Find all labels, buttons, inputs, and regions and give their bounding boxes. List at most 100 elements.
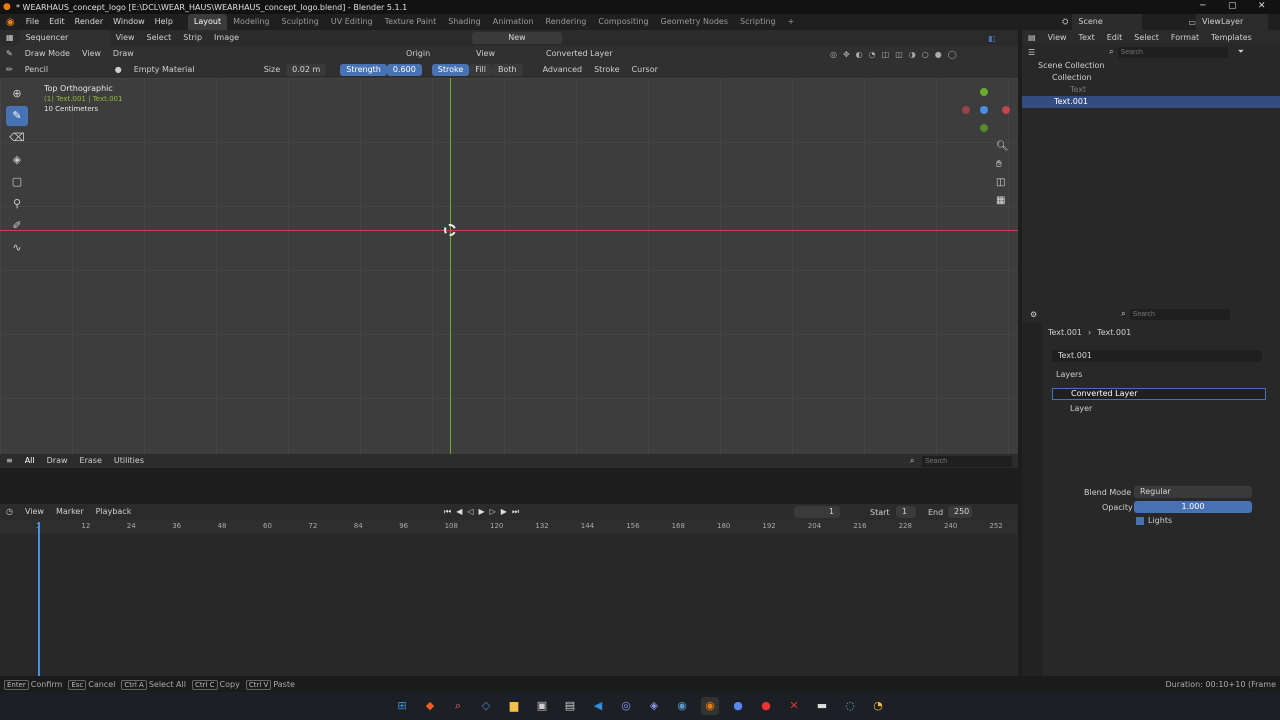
erase-tool-icon[interactable]: ⌫ [6, 128, 28, 148]
fill-toggle[interactable]: Fill [469, 64, 492, 76]
app6-icon[interactable]: ● [757, 697, 775, 715]
app9-icon[interactable]: ◌ [841, 697, 859, 715]
start-field[interactable]: 1 [896, 506, 916, 518]
timeline-editor[interactable]: ◷ View Marker Playback ⏮◀◁▶▷▶⏭ 1 Start 1… [0, 504, 1018, 676]
menu-viewport-view[interactable]: View [76, 46, 107, 62]
zoom-icon[interactable]: 🔍︎ [996, 138, 1009, 156]
fill-tool-icon[interactable]: ◈ [6, 150, 28, 170]
text-object-row[interactable]: Text [1022, 84, 1280, 96]
view-selector[interactable]: View [470, 46, 501, 62]
viewport-nav-buttons[interactable]: 🔍︎ ✋︎ ◫ ▦ [996, 138, 1009, 210]
collection-row[interactable]: Collection [1022, 72, 1280, 84]
lights-checkbox[interactable]: Lights [1136, 516, 1172, 525]
menu-help[interactable]: Help [150, 14, 178, 30]
tab-scripting[interactable]: Scripting [734, 14, 782, 30]
editor-type-icon[interactable]: ▦ [0, 30, 20, 46]
blender-menu-icon[interactable]: ◉ [0, 17, 21, 28]
minimize-icon[interactable]: ─ [1200, 1, 1205, 11]
app7-icon[interactable]: ✕ [785, 697, 803, 715]
properties-tabs[interactable] [1022, 322, 1042, 676]
outliner-icon[interactable]: ☰ [1028, 48, 1035, 57]
shelf-tab-utilities[interactable]: Utilities [108, 453, 150, 469]
outliner-search-input[interactable] [1117, 46, 1228, 58]
tab-shading[interactable]: Shading [442, 14, 487, 30]
close-icon[interactable]: ✕ [1258, 1, 1266, 11]
folder-icon[interactable]: ▆ [505, 697, 523, 715]
shelf-menu-icon[interactable]: ≡ [0, 453, 19, 469]
menu-viewport-draw[interactable]: Draw [107, 46, 140, 62]
eyedropper-tool-icon[interactable]: ⚲ [6, 194, 28, 214]
cursor-tool-icon[interactable]: ⊕ [6, 84, 28, 104]
blend-mode-dropdown[interactable]: Regular [1134, 486, 1252, 498]
properties-search-input[interactable] [1129, 308, 1230, 320]
menu-view[interactable]: View [110, 30, 141, 46]
box-tool-icon[interactable]: ▢ [6, 172, 28, 192]
tab-rendering[interactable]: Rendering [540, 14, 593, 30]
layer-item-converted[interactable]: Converted Layer [1052, 388, 1266, 400]
timeline-menu-view[interactable]: View [19, 504, 50, 520]
view-layer-selector[interactable]: ViewLayer [1195, 14, 1268, 30]
navigation-gizmo[interactable] [958, 84, 1010, 136]
new-button[interactable]: New [472, 32, 562, 44]
cursor-dropdown[interactable]: Cursor [626, 62, 664, 78]
gizmo-icons[interactable]: ◎✥◐◔◫◫◑○●◯ [830, 50, 963, 59]
origin-selector[interactable]: Origin [400, 46, 436, 62]
brush-selector[interactable]: Pencil [19, 62, 109, 78]
shelf-tab-draw[interactable]: Draw [41, 453, 74, 469]
tint-tool-icon[interactable]: ✐ [6, 216, 28, 236]
app4-icon[interactable]: ◉ [673, 697, 691, 715]
menu-strip[interactable]: Strip [177, 30, 208, 46]
tab-geometry-nodes[interactable]: Geometry Nodes [655, 14, 734, 30]
tab-compositing[interactable]: Compositing [592, 14, 654, 30]
properties-icon[interactable]: ⚙ [1030, 310, 1037, 319]
chrome-icon[interactable]: ◔ [869, 697, 887, 715]
grid-icon[interactable]: ▦ [996, 192, 1009, 210]
layer-selector[interactable]: Converted Layer [540, 46, 618, 62]
3d-cursor-icon[interactable] [444, 224, 456, 236]
advanced-dropdown[interactable]: Advanced [537, 62, 589, 78]
tab-modeling[interactable]: Modeling [227, 14, 275, 30]
maximize-icon[interactable]: ▢ [1228, 1, 1237, 11]
scene-collection-row[interactable]: Scene Collection [1022, 60, 1280, 72]
tab-layout[interactable]: Layout [187, 14, 228, 30]
end-field[interactable]: 250 [948, 506, 972, 518]
overlay-icon[interactable]: ◧ [988, 34, 996, 43]
python-icon[interactable]: ◇ [477, 697, 495, 715]
shelf-tab-erase[interactable]: Erase [74, 453, 108, 469]
menu-window[interactable]: Window [108, 14, 150, 30]
editor-selector[interactable]: Sequencer [19, 30, 110, 46]
terminal-icon[interactable]: ▤ [561, 697, 579, 715]
camera-icon[interactable]: ◫ [996, 174, 1009, 192]
both-toggle[interactable]: Both [491, 64, 523, 76]
tab-sculpting[interactable]: Sculpting [276, 14, 325, 30]
pan-hand-icon[interactable]: ✋︎ [996, 156, 1009, 174]
tab-animation[interactable]: Animation [487, 14, 540, 30]
menu-edit[interactable]: Edit [44, 14, 70, 30]
tab-uv-editing[interactable]: UV Editing [325, 14, 379, 30]
add-workspace-icon[interactable]: + [782, 14, 801, 30]
brave-icon[interactable]: ◆ [421, 697, 439, 715]
shelf-tab-all[interactable]: All [19, 453, 41, 469]
opacity-slider[interactable]: 1.000 [1134, 501, 1252, 513]
menu-image[interactable]: Image [208, 30, 245, 46]
timeline-ruler[interactable]: 1122436486072849610812013214415616818019… [0, 520, 1018, 534]
menu-render[interactable]: Render [70, 14, 108, 30]
current-frame-field[interactable]: 1 [794, 506, 840, 518]
playhead[interactable] [38, 522, 40, 676]
timeline-menu-playback[interactable]: Playback [90, 504, 138, 520]
layers-panel-title[interactable]: Layers [1056, 370, 1082, 379]
app8-icon[interactable]: ▬ [813, 697, 831, 715]
text001-object-row[interactable]: Text.001 [1022, 96, 1280, 108]
data-name-field[interactable]: Text.001 [1052, 350, 1262, 362]
app-icon[interactable]: ▣ [533, 697, 551, 715]
search-icon[interactable]: ⌕ [449, 697, 467, 715]
filter-icon[interactable]: ⏷ [1238, 47, 1244, 57]
tab-texture-paint[interactable]: Texture Paint [379, 14, 443, 30]
timeline-menu-marker[interactable]: Marker [50, 504, 90, 520]
shelf-search-input[interactable] [922, 455, 1012, 467]
app2-icon[interactable]: ◎ [617, 697, 635, 715]
app5-icon[interactable]: ● [729, 697, 747, 715]
strength-label[interactable]: Strength [340, 64, 387, 76]
menu-select[interactable]: Select [141, 30, 178, 46]
3d-viewport[interactable]: Top Orthographic (1) Text.001 | Text.001… [0, 78, 1018, 466]
